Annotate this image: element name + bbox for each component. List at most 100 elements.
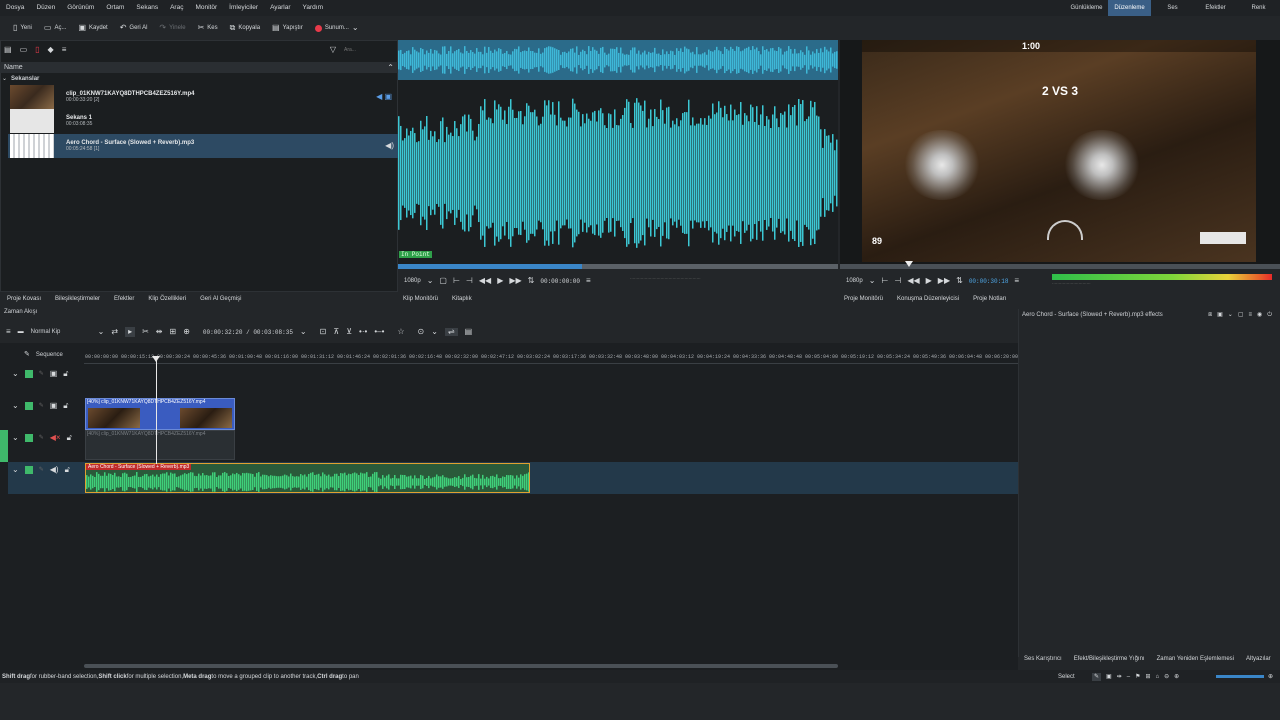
- video-audio-clip[interactable]: [40%] clip_01KNW71KAYQ8DTHPCB4ZEZ516Y.mp…: [85, 430, 235, 460]
- rewind-icon[interactable]: ◀◀: [907, 277, 919, 285]
- in-marker-icon[interactable]: ⊢: [881, 277, 888, 285]
- menu-item[interactable]: Görünüm: [61, 0, 100, 16]
- panel-tab[interactable]: Zaman Yeniden Eşlemlemesi: [1157, 656, 1234, 668]
- chevron-down-icon[interactable]: ⌄: [12, 402, 19, 410]
- panel-tab[interactable]: Proje Notları: [973, 296, 1006, 302]
- bin-search-input[interactable]: [344, 45, 394, 55]
- play-icon[interactable]: ▶: [926, 277, 932, 285]
- bin-item[interactable]: clip_01KNW71KAYQ8DTHPCB4ZEZ516Y.mp4 00:00…: [10, 85, 396, 109]
- edit-mode-select[interactable]: Normal Kip: [31, 329, 91, 335]
- lock-icon[interactable]: 🔓︎: [67, 434, 72, 442]
- bin-menu-icon[interactable]: ▤: [4, 46, 12, 54]
- chevron-down-icon[interactable]: ⌄: [300, 328, 307, 336]
- cut-button[interactable]: ✂ Kes: [193, 20, 223, 36]
- zoom-in-icon[interactable]: ⊕: [1268, 673, 1273, 681]
- menu-item[interactable]: Monitör: [189, 0, 223, 16]
- edit-icon[interactable]: ✎: [39, 466, 44, 474]
- edit-icon[interactable]: ✎: [39, 370, 44, 378]
- menu-item[interactable]: Araç: [164, 0, 189, 16]
- rewind-icon[interactable]: ◀◀: [479, 277, 491, 285]
- open-button[interactable]: ▭ Aç...: [39, 20, 72, 36]
- chevron-down-icon[interactable]: ⌄: [12, 370, 19, 378]
- panel-tab[interactable]: Kitaplık: [452, 296, 472, 302]
- speaker-icon[interactable]: ◀): [50, 466, 59, 474]
- layout-tab[interactable]: Ses: [1151, 0, 1194, 16]
- panel-tab[interactable]: Ses Karıştırıcı: [1024, 656, 1062, 668]
- paste-button[interactable]: ▤ Yapıştır: [267, 20, 308, 36]
- menu-icon[interactable]: ≡: [586, 277, 591, 285]
- video-clip[interactable]: [40%] clip_01KNW71KAYQ8DTHPCB4ZEZ516Y.mp…: [85, 398, 235, 430]
- edit-icon[interactable]: ✎: [39, 402, 44, 410]
- timeline-scrollbar[interactable]: [84, 664, 838, 668]
- menu-item[interactable]: Dosya: [0, 0, 30, 16]
- razor-mode-icon[interactable]: ⇄: [111, 328, 118, 336]
- folder-row[interactable]: ⌄ Sekanslar: [2, 75, 39, 83]
- out-marker-icon[interactable]: ⊣: [894, 277, 901, 285]
- chevron-down-icon[interactable]: ⌄: [98, 328, 105, 336]
- panel-tab[interactable]: Efektler: [114, 296, 134, 302]
- timeline-timecode[interactable]: 00:00:32:20 / 00:03:08:35: [203, 329, 293, 336]
- redo-button[interactable]: ↷ Yinele: [154, 20, 190, 36]
- chevron-up-icon[interactable]: ⌃: [387, 63, 394, 72]
- chevron-down-icon[interactable]: ⌄: [427, 277, 434, 285]
- chevron-down-icon[interactable]: ⌄: [12, 434, 19, 442]
- menu-item[interactable]: Ayarlar: [264, 0, 296, 16]
- edit-icon[interactable]: ✎: [39, 434, 44, 442]
- tag-icon[interactable]: ◆: [48, 46, 54, 54]
- lift-icon[interactable]: ⊼: [333, 328, 339, 336]
- forward-icon[interactable]: ▶▶: [509, 277, 521, 285]
- lock-icon[interactable]: 🔓︎: [65, 466, 70, 474]
- panel-tab[interactable]: Proje Monitörü: [844, 296, 883, 302]
- mute-icon[interactable]: ◀×: [50, 434, 61, 442]
- audio-clip[interactable]: Aero Chord - Surface (Slowed + Reverb).m…: [85, 463, 530, 493]
- loop-icon[interactable]: ⇅: [956, 277, 963, 285]
- collapse-icon[interactable]: ▢: [1238, 311, 1244, 319]
- minus-icon[interactable]: –: [1127, 673, 1130, 681]
- overwrite-icon[interactable]: •–•: [374, 328, 384, 336]
- zoom-slider[interactable]: [1216, 675, 1264, 678]
- grid-icon[interactable]: ⊞: [1145, 673, 1150, 681]
- panel-tab[interactable]: Efekt/Bileşikleştirme Yığını: [1074, 656, 1145, 668]
- undo-button[interactable]: ↶ Geri Al: [115, 20, 153, 36]
- bin-item-selected[interactable]: Aero Chord - Surface (Slowed + Reverb).m…: [8, 134, 398, 158]
- film-icon[interactable]: ▣: [50, 402, 58, 410]
- playhead-handle[interactable]: [152, 356, 160, 362]
- favorite-icon[interactable]: ☆: [397, 328, 404, 336]
- zoom-in-icon[interactable]: ⊕: [1174, 673, 1179, 681]
- effects-menu-icon[interactable]: ≡: [1248, 311, 1252, 319]
- eye-icon[interactable]: ◉: [1257, 311, 1262, 319]
- project-playhead-marker[interactable]: [905, 261, 913, 267]
- panel-tab[interactable]: Klip Monitörü: [403, 296, 438, 302]
- menu-icon[interactable]: ≡: [1014, 277, 1019, 285]
- panel-tab[interactable]: Geri Al Geçmişi: [200, 296, 241, 302]
- new-button[interactable]: ▯ Yeni: [8, 20, 37, 36]
- list-view-icon[interactable]: ≡: [62, 46, 67, 54]
- grid-icon[interactable]: ▤: [465, 328, 473, 336]
- extract-icon[interactable]: ⊻: [346, 328, 352, 336]
- cut-tool-icon[interactable]: ✂: [142, 328, 149, 336]
- chevron-down-icon[interactable]: ⌄: [431, 328, 438, 336]
- compare-icon[interactable]: ⧈: [1208, 311, 1212, 319]
- stop-icon[interactable]: ▢: [439, 277, 447, 285]
- save-button[interactable]: ▣ Kaydet: [73, 20, 112, 36]
- chevron-down-icon[interactable]: ⌄: [12, 466, 19, 474]
- snap-icon[interactable]: ⇌: [444, 328, 458, 336]
- bin-item[interactable]: Sekans 1 00:03:08:35: [10, 109, 396, 133]
- menu-item[interactable]: Düzen: [30, 0, 61, 16]
- slip-icon[interactable]: ⊕: [183, 328, 190, 336]
- play-icon[interactable]: ▶: [497, 277, 503, 285]
- zoom-out-icon[interactable]: ⊖: [1164, 673, 1169, 681]
- menu-item[interactable]: İmleyiciler: [223, 0, 264, 16]
- layout-tab[interactable]: Renk: [1237, 0, 1280, 16]
- panel-tab[interactable]: Bileşikleştirmeler: [55, 296, 100, 302]
- in-marker-icon[interactable]: ⊢: [453, 277, 460, 285]
- select-tool-icon[interactable]: ▸: [125, 327, 136, 337]
- clip-scrub-bar[interactable]: [398, 264, 838, 269]
- panel-tab[interactable]: Altyazılar: [1246, 656, 1271, 668]
- film-icon[interactable]: ▣: [1106, 673, 1112, 681]
- select-tool-icon[interactable]: ✎: [1092, 672, 1102, 681]
- loop-icon[interactable]: ⇅: [528, 277, 535, 285]
- layout-tab[interactable]: Efektler: [1194, 0, 1237, 16]
- menu-item[interactable]: Sekans: [130, 0, 164, 16]
- panel-tab[interactable]: Klip Özellikleri: [148, 296, 186, 302]
